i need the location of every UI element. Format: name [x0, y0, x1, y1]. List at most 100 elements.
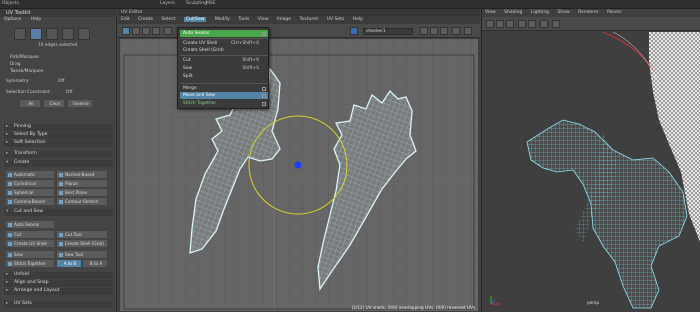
viewport-toolbar-button[interactable] — [518, 20, 526, 28]
menu-item-stitch-together[interactable]: Stitch Together — [180, 100, 268, 107]
menu-help[interactable]: Help — [353, 17, 363, 22]
uv-viewport[interactable]: (2/12) UV shells, (0/0) overlapping UVs,… — [120, 39, 478, 311]
uv-toolbar-button[interactable] — [152, 27, 160, 35]
auto-seams-button[interactable]: Auto Seams — [6, 221, 54, 228]
uv-toolbar-button[interactable] — [464, 27, 472, 35]
section-align-snap[interactable]: Align and Snap — [4, 280, 113, 287]
viewport-toolbar-button[interactable] — [486, 20, 494, 28]
create-camera-based-button[interactable]: Camera-Based — [6, 198, 54, 205]
menu-lighting[interactable]: Lighting — [531, 10, 549, 15]
create-cylindrical-button[interactable]: Cylindrical — [6, 180, 54, 187]
menu-view[interactable]: View — [258, 17, 269, 22]
mode-face-button[interactable] — [46, 28, 58, 40]
b-to-a-button[interactable]: B to A — [83, 260, 107, 267]
uv-toolbar-button[interactable] — [430, 27, 438, 35]
create-shell-grid-button[interactable]: Create Shell (Grid) — [57, 240, 107, 247]
section-transform[interactable]: Transform — [4, 151, 113, 158]
create-best-plane-button[interactable]: Best Plane — [57, 189, 107, 196]
option-box-icon[interactable] — [262, 31, 266, 36]
option-box-icon[interactable] — [262, 93, 266, 98]
viewport-toolbar-button[interactable] — [506, 20, 514, 28]
section-soft-selection[interactable]: Soft Selection — [4, 140, 113, 147]
section-unfold[interactable]: Unfold — [4, 272, 113, 279]
menu-item-merge[interactable]: Merge — [180, 85, 268, 92]
top-strip-item[interactable]: MSE — [206, 1, 216, 6]
menu-item-create-shell-grid[interactable]: Create Shell (Grid) — [180, 47, 268, 54]
section-select-by-type[interactable]: Select By Type — [4, 132, 113, 139]
select-inverse-button[interactable]: Inverse — [68, 100, 92, 107]
create-planar-button[interactable]: Planar — [57, 180, 107, 187]
option-box-icon[interactable] — [262, 101, 266, 106]
pick-marquee-radio[interactable]: Pick/Marquee — [10, 55, 39, 60]
section-arrange-layout[interactable]: Arrange and Layout — [4, 288, 113, 295]
uv-toolbar-button[interactable] — [122, 27, 130, 35]
mode-edge-button[interactable] — [30, 28, 42, 40]
menu-panels[interactable]: Panels — [607, 10, 621, 15]
sew-button[interactable]: Sew — [6, 251, 54, 258]
top-strip-item[interactable]: Sculpting — [186, 1, 207, 6]
uv-toolbar-button[interactable] — [132, 27, 140, 35]
texture-toggle-button[interactable] — [350, 27, 358, 35]
menu-item-auto-seams[interactable]: Auto Seams — [180, 30, 268, 37]
tweak-marquee-radio[interactable]: Tweak/Marquee — [10, 69, 43, 74]
menu-renderer[interactable]: Renderer — [578, 10, 599, 15]
section-cut-sew[interactable]: Cut and Sew — [4, 209, 113, 216]
create-normal-based-button[interactable]: Normal-Based — [57, 171, 107, 178]
viewport-toolbar-button[interactable] — [552, 20, 560, 28]
mode-shell-button[interactable] — [78, 28, 90, 40]
mode-vertex-button[interactable] — [14, 28, 26, 40]
uv-toolbar-button[interactable] — [440, 27, 448, 35]
uv-toolbar-button[interactable] — [420, 27, 428, 35]
create-uv-shell-button[interactable]: Create UV Shell — [6, 240, 54, 247]
menu-tools[interactable]: Tools — [238, 17, 249, 22]
menu-shading[interactable]: Shading — [504, 10, 522, 15]
option-box-icon[interactable] — [262, 86, 266, 91]
menu-help[interactable]: Help — [31, 17, 41, 22]
select-clear-button[interactable]: Clear — [44, 100, 64, 107]
sew-tool-button[interactable]: Sew Tool — [57, 251, 107, 258]
section-pinning[interactable]: Pinning — [4, 124, 113, 131]
menu-item-split[interactable]: Split — [180, 73, 268, 80]
menu-show[interactable]: Show — [557, 10, 569, 15]
menu-select[interactable]: Select — [162, 17, 176, 22]
viewport-toolbar-button[interactable] — [528, 20, 536, 28]
menu-item-create-uv-shell[interactable]: Create UV Shell Ctrl+Shift+X — [180, 40, 268, 47]
stitch-together-button[interactable]: Stitch Together — [6, 260, 54, 267]
top-strip-item[interactable]: Objects — [2, 1, 19, 6]
cut-button[interactable]: Cut — [6, 231, 54, 238]
menu-item-cut[interactable]: Cut Shift+X — [180, 57, 268, 64]
viewport-toolbar-button[interactable] — [496, 20, 504, 28]
top-strip-item[interactable]: Layers — [160, 1, 175, 6]
dragon-model[interactable] — [483, 32, 700, 312]
a-to-b-button[interactable]: A to B — [57, 260, 81, 267]
menu-textures[interactable]: Textures — [299, 17, 318, 22]
menu-item-move-and-sew[interactable]: Move and Sew — [180, 92, 268, 99]
symmetry-value[interactable]: Off — [58, 79, 64, 84]
menu-create[interactable]: Create — [138, 17, 153, 22]
menu-image[interactable]: Image — [277, 17, 291, 22]
section-uv-sets[interactable]: UV Sets — [4, 301, 113, 308]
cut-tool-button[interactable]: Cut Tool — [57, 231, 107, 238]
select-all-button[interactable]: All — [20, 100, 40, 107]
viewport-toolbar-button[interactable] — [540, 20, 548, 28]
menu-uv-sets[interactable]: UV Sets — [327, 17, 345, 22]
section-create[interactable]: Create — [4, 160, 113, 167]
uv-toolbar-button[interactable] — [164, 27, 172, 35]
menu-item-sew[interactable]: Sew Shift+S — [180, 65, 268, 72]
create-contour-stretch-button[interactable]: Contour Stretch — [57, 198, 107, 205]
sel-constraint-value[interactable]: Off — [66, 90, 72, 95]
menu-edit[interactable]: Edit — [121, 17, 130, 22]
uv-toolbar-button[interactable] — [452, 27, 460, 35]
viewport-3d-canvas[interactable]: persp — [483, 32, 700, 312]
create-automatic-button[interactable]: Automatic — [6, 171, 54, 178]
drag-radio[interactable]: Drag — [10, 62, 20, 67]
mode-uv-button[interactable] — [62, 28, 74, 40]
menu-view[interactable]: View — [485, 10, 496, 15]
uv-canvas[interactable] — [120, 39, 478, 311]
menu-modify[interactable]: Modify — [215, 17, 230, 22]
menu-options[interactable]: Options — [4, 17, 21, 22]
uv-toolbar-button[interactable] — [142, 27, 150, 35]
menu-cut-sew[interactable]: Cut/Sew — [183, 17, 207, 22]
create-spherical-button[interactable]: Spherical — [6, 189, 54, 196]
manipulator-center[interactable] — [294, 161, 302, 169]
